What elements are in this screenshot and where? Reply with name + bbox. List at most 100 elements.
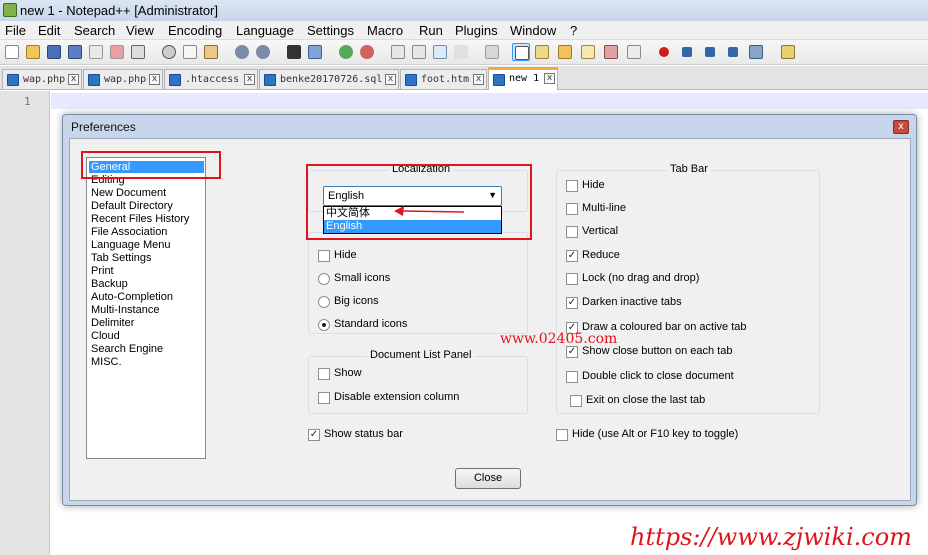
checkbox-label: Hide bbox=[334, 249, 357, 261]
tab-label: benke20170726.sql bbox=[280, 74, 383, 85]
show-all-chars-icon[interactable] bbox=[452, 43, 470, 61]
copy-icon[interactable] bbox=[181, 43, 199, 61]
menu-run[interactable]: Run bbox=[419, 23, 443, 38]
user-language-icon[interactable] bbox=[512, 43, 530, 61]
monitor-2-icon[interactable] bbox=[625, 43, 643, 61]
indent-guide-icon[interactable] bbox=[483, 43, 501, 61]
sync-horizontal-icon[interactable] bbox=[410, 43, 428, 61]
category-default-dir[interactable]: Default Directory bbox=[89, 200, 175, 212]
tab-new-1[interactable]: new 1 x bbox=[488, 67, 558, 90]
monitor-icon[interactable] bbox=[602, 43, 620, 61]
menu-view[interactable]: View bbox=[126, 23, 154, 38]
print-icon[interactable] bbox=[129, 43, 147, 61]
tab-benke-sql[interactable]: benke20170726.sql x bbox=[259, 69, 399, 89]
checkbox-label: Disable extension column bbox=[334, 391, 460, 403]
folder-workspace-icon[interactable] bbox=[579, 43, 597, 61]
play-macro-icon[interactable] bbox=[701, 43, 719, 61]
paste-icon[interactable] bbox=[202, 43, 220, 61]
zoom-out-icon[interactable] bbox=[358, 43, 376, 61]
radio-label: Standard icons bbox=[334, 318, 408, 330]
document-map-icon[interactable] bbox=[533, 43, 551, 61]
checkbox-label: Darken inactive tabs bbox=[582, 296, 682, 308]
new-file-icon[interactable] bbox=[3, 43, 21, 61]
tab-foot-htm[interactable]: foot.htm x bbox=[400, 69, 487, 89]
category-multi-instance[interactable]: Multi-Instance bbox=[89, 304, 161, 316]
save-macro-icon[interactable] bbox=[747, 43, 765, 61]
tab-close-icon[interactable]: x bbox=[385, 74, 396, 85]
menu-file[interactable]: File bbox=[5, 23, 26, 38]
record-macro-icon[interactable] bbox=[655, 43, 673, 61]
radio-label: Small icons bbox=[334, 272, 391, 284]
sync-vertical-icon[interactable] bbox=[389, 43, 407, 61]
tab-wap-php-1[interactable]: wap.php x bbox=[2, 69, 82, 89]
tab-close-icon[interactable]: x bbox=[473, 74, 484, 85]
menu-window[interactable]: Window bbox=[510, 23, 556, 38]
window-title: new 1 - Notepad++ [Administrator] bbox=[20, 3, 218, 18]
checkbox-label: Double click to close document bbox=[582, 370, 734, 382]
undo-icon[interactable] bbox=[233, 43, 251, 61]
category-delimiter[interactable]: Delimiter bbox=[89, 317, 136, 329]
redo-icon[interactable] bbox=[254, 43, 272, 61]
close-button[interactable]: Close bbox=[455, 468, 521, 489]
file-icon bbox=[169, 74, 181, 86]
zoom-in-icon[interactable] bbox=[337, 43, 355, 61]
launch-browser-icon[interactable] bbox=[779, 43, 797, 61]
menu-macro[interactable]: Macro bbox=[367, 23, 403, 38]
menu-help[interactable]: ? bbox=[570, 23, 577, 38]
tab-close-icon[interactable]: x bbox=[149, 74, 160, 85]
category-search-engine[interactable]: Search Engine bbox=[89, 343, 165, 355]
document-list-panel-group: Document List Panel Show Disable extensi… bbox=[308, 349, 528, 414]
tab-close-icon[interactable]: x bbox=[68, 74, 79, 85]
find-icon[interactable] bbox=[285, 43, 303, 61]
category-file-assoc[interactable]: File Association bbox=[89, 226, 169, 238]
checkbox-label: Hide bbox=[582, 179, 605, 191]
tab-htaccess[interactable]: .htaccess x bbox=[164, 69, 258, 89]
checkbox-box bbox=[566, 203, 578, 215]
category-cloud[interactable]: Cloud bbox=[89, 330, 122, 342]
file-icon bbox=[405, 74, 417, 86]
watermark-text: www.02405.com bbox=[500, 331, 618, 347]
close-icon[interactable] bbox=[87, 43, 105, 61]
save-icon[interactable] bbox=[45, 43, 63, 61]
dialog-close-icon[interactable]: x bbox=[893, 120, 909, 134]
close-all-icon[interactable] bbox=[108, 43, 126, 61]
save-all-icon[interactable] bbox=[66, 43, 84, 61]
tab-wap-php-2[interactable]: wap.php x bbox=[83, 69, 163, 89]
tab-label: wap.php bbox=[23, 74, 66, 85]
toolbar-group: Toolbar Hide Small icons Big icons Stand… bbox=[308, 225, 528, 334]
checkbox-label: Vertical bbox=[582, 225, 619, 237]
word-wrap-icon[interactable] bbox=[431, 43, 449, 61]
menu-search[interactable]: Search bbox=[74, 23, 115, 38]
category-list[interactable]: General Editing New Document Default Dir… bbox=[86, 157, 206, 459]
function-list-icon[interactable] bbox=[556, 43, 574, 61]
radio-circle bbox=[318, 273, 330, 285]
dialog-title: Preferences bbox=[71, 120, 136, 134]
replace-icon[interactable] bbox=[306, 43, 324, 61]
category-new-document[interactable]: New Document bbox=[89, 187, 168, 199]
category-tab-settings[interactable]: Tab Settings bbox=[89, 252, 154, 264]
checkbox-label: Show status bar bbox=[324, 428, 403, 440]
cut-icon[interactable] bbox=[160, 43, 178, 61]
menu-encoding[interactable]: Encoding bbox=[168, 23, 222, 38]
tab-close-icon[interactable]: x bbox=[544, 73, 555, 84]
category-misc[interactable]: MISC. bbox=[89, 356, 124, 368]
radio-circle bbox=[318, 319, 330, 331]
menu-language[interactable]: Language bbox=[236, 23, 294, 38]
category-print[interactable]: Print bbox=[89, 265, 116, 277]
category-auto-completion[interactable]: Auto-Completion bbox=[89, 291, 175, 303]
category-backup[interactable]: Backup bbox=[89, 278, 130, 290]
tab-close-icon[interactable]: x bbox=[244, 74, 255, 85]
tab-bar-title: Tab Bar bbox=[667, 163, 711, 175]
current-line-highlight[interactable] bbox=[51, 93, 928, 109]
category-recent-files[interactable]: Recent Files History bbox=[89, 213, 191, 225]
category-language-menu[interactable]: Language Menu bbox=[89, 239, 173, 251]
document-list-panel-title: Document List Panel bbox=[367, 349, 475, 361]
menu-edit[interactable]: Edit bbox=[38, 23, 60, 38]
tab-bar-group: Tab Bar Hide Multi-line Vertical ✓ Reduc… bbox=[556, 163, 820, 414]
checkbox-label: Multi-line bbox=[582, 202, 627, 214]
stop-macro-icon[interactable] bbox=[678, 43, 696, 61]
run-macro-multiple-icon[interactable] bbox=[724, 43, 742, 61]
open-file-icon[interactable] bbox=[24, 43, 42, 61]
menu-settings[interactable]: Settings bbox=[307, 23, 354, 38]
menu-plugins[interactable]: Plugins bbox=[455, 23, 498, 38]
